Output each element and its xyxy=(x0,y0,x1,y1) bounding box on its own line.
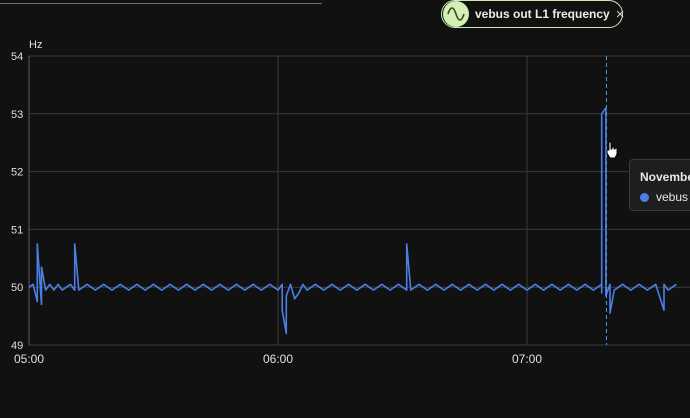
hand-cursor-icon xyxy=(606,141,618,159)
y-axis-label: Hz xyxy=(29,39,42,51)
y-tick-label: 49 xyxy=(11,340,23,352)
y-tick-label: 52 xyxy=(11,167,23,179)
y-tick-label: 50 xyxy=(11,282,23,294)
frequency-chart[interactable]: 49 50 51 52 53 54 05:00 06:00 07:00 Hz xyxy=(0,0,690,418)
x-tick-label: 07:00 xyxy=(512,352,542,366)
tooltip-series-row: vebus o xyxy=(640,190,690,204)
tooltip-date: November xyxy=(640,170,690,184)
chart-tooltip: November vebus o xyxy=(629,159,690,211)
series-line xyxy=(28,107,677,335)
x-tick-label: 05:00 xyxy=(14,352,44,366)
y-tick-label: 53 xyxy=(11,109,23,121)
y-tick-label: 51 xyxy=(11,224,23,236)
x-tick-label: 06:00 xyxy=(263,352,293,366)
series-color-dot xyxy=(640,192,649,202)
tooltip-series-label: vebus o xyxy=(656,190,690,204)
y-tick-label: 54 xyxy=(11,51,23,63)
